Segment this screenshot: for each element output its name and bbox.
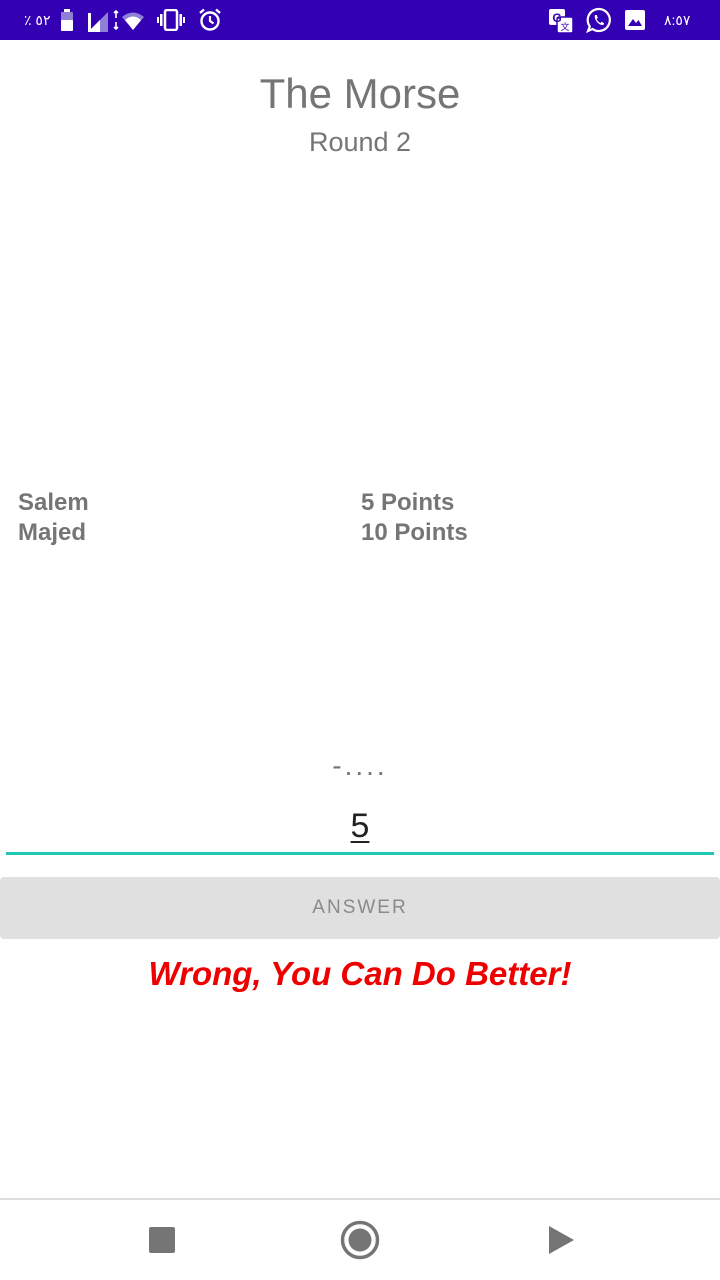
record-button[interactable] <box>338 1218 382 1262</box>
answer-button[interactable]: ANSWER <box>0 877 720 939</box>
player-name: Majed <box>18 519 87 546</box>
vibrate-icon <box>157 9 185 31</box>
clock: ٨:٥٧ <box>664 12 691 28</box>
stop-button[interactable] <box>140 1218 184 1262</box>
battery-percent: ٪ ٥٢ <box>24 12 51 28</box>
play-icon <box>549 1226 574 1254</box>
nav-bar <box>0 1198 720 1280</box>
signal-icon <box>88 12 108 32</box>
whatsapp-icon <box>586 7 611 33</box>
wifi-icon <box>113 9 144 31</box>
player-name: Salem <box>18 489 89 516</box>
play-button[interactable] <box>538 1218 582 1262</box>
feedback-message: Wrong, You Can Do Better! <box>148 955 572 992</box>
page-title: The Morse <box>259 70 461 117</box>
score-row: Salem 5 Points <box>0 488 720 518</box>
svg-text:文: 文 <box>560 21 569 33</box>
player-points: 10 Points <box>361 519 468 546</box>
morse-code: -.... <box>332 750 388 781</box>
answer-input[interactable] <box>6 800 714 855</box>
gallery-icon <box>625 10 645 30</box>
stop-icon <box>149 1227 175 1253</box>
round-label: Round 2 <box>308 127 412 157</box>
status-bar: ٪ ٥٢ G 文 ٨:٥٧ <box>0 0 720 40</box>
alarm-icon <box>199 8 221 31</box>
battery-icon <box>61 9 73 31</box>
record-icon <box>340 1220 380 1260</box>
score-row: Majed 10 Points <box>0 518 720 548</box>
translate-icon: G 文 <box>549 9 574 34</box>
player-points: 5 Points <box>361 489 455 516</box>
